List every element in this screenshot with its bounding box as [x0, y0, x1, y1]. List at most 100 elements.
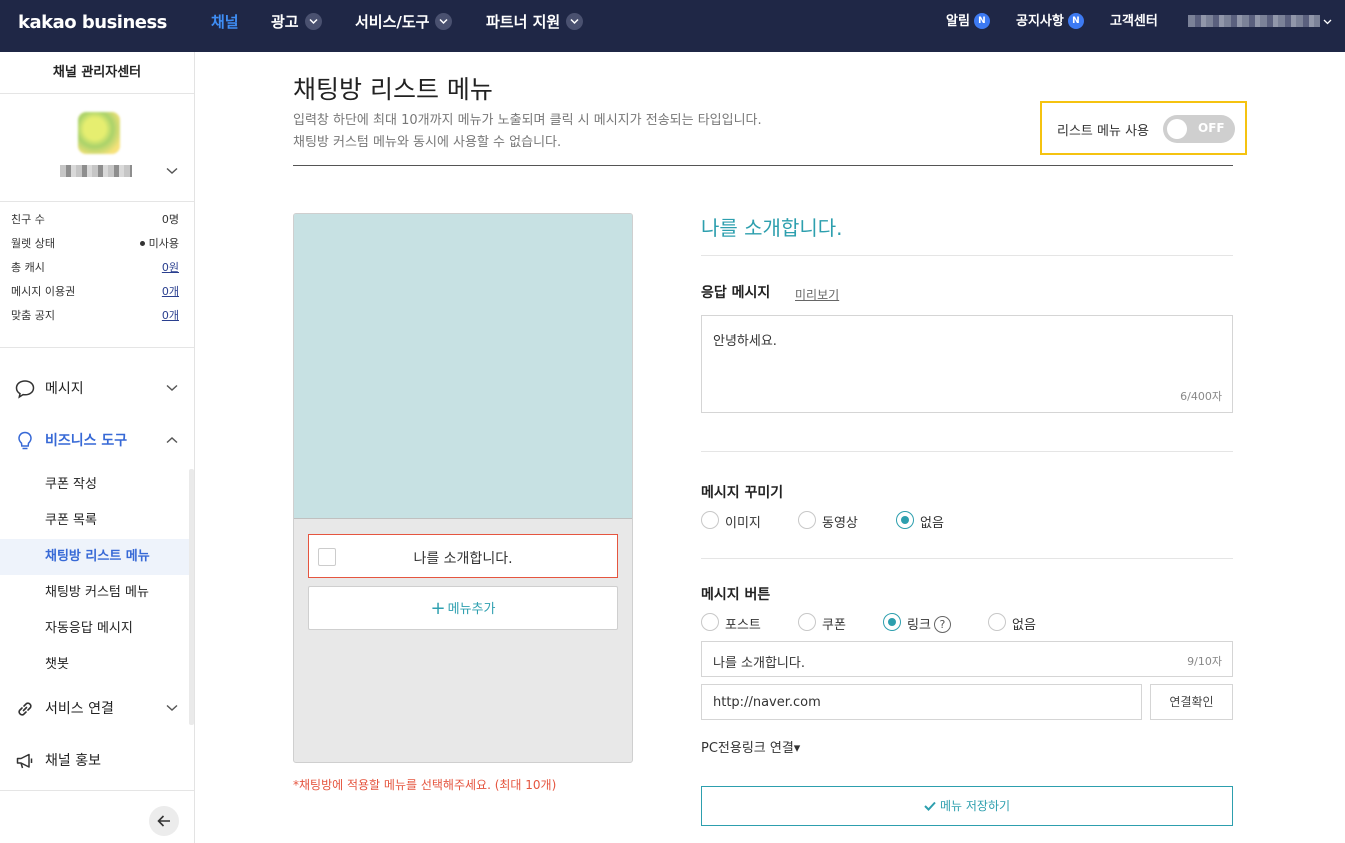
radio-label: 포스트	[725, 618, 761, 633]
sidebar-item-message[interactable]: 메시지	[0, 369, 194, 409]
chevron-down-icon	[166, 384, 178, 391]
chevron-down-icon	[435, 13, 453, 30]
sidebar-scrollbar[interactable]	[189, 469, 194, 725]
response-message-textarea[interactable]: 안녕하세요. 6/400자	[701, 315, 1233, 413]
top-navigation-bar: kakao business 채널 광고 서비스/도구 파트너 지원 알림 N 공…	[0, 0, 1345, 52]
link-confirm-button[interactable]: 연결확인	[1150, 684, 1233, 720]
stat-wallet: 월렛 상태 미사용	[0, 232, 194, 256]
radio-label: 이미지	[725, 516, 761, 531]
status-dot-icon	[139, 240, 145, 246]
preview-menu-item[interactable]: 나를 소개합니다.	[308, 534, 618, 578]
radio-label: 없음	[1012, 618, 1036, 633]
stat-message-voucher: 메시지 이용권 0개	[0, 280, 194, 304]
response-message-label: 응답 메시지	[701, 285, 771, 301]
stat-value-link[interactable]: 0개	[162, 304, 179, 328]
submenu-coupon-create[interactable]: 쿠폰 작성	[0, 467, 189, 503]
url-value: http://naver.com	[713, 695, 821, 710]
stat-value-link[interactable]: 0원	[162, 256, 179, 280]
channel-stats: 친구 수 0명 월렛 상태 미사용 총 캐시 0원 메시지 이용권 0개 맞춤 공지 0개	[0, 201, 194, 328]
help-question-icon[interactable]: ?	[933, 616, 951, 633]
wallet-status: 미사용	[148, 237, 179, 250]
sidebar-item-label: 메시지	[45, 381, 84, 397]
notice-link[interactable]: 공지사항 N	[1016, 0, 1084, 44]
notice-label: 공지사항	[1016, 14, 1064, 29]
nav-partner-label: 파트너 지원	[486, 13, 561, 31]
submenu-chatroom-custom-menu[interactable]: 채팅방 커스텀 메뉴	[0, 575, 189, 611]
stat-label: 월렛 상태	[11, 237, 55, 250]
sidebar-item-business-tools[interactable]: 비즈니스 도구	[0, 421, 194, 461]
sidebar: 채널 관리자센터 친구 수 0명 월렛 상태 미사용 총 캐시 0원 메시지 이용권 0…	[0, 52, 195, 843]
char-counter: 6/400자	[1180, 390, 1222, 403]
plus-icon: +	[430, 598, 446, 619]
divider	[0, 347, 194, 348]
alarm-link[interactable]: 알림 N	[946, 0, 990, 44]
sidebar-item-service-link[interactable]: 서비스 연결	[0, 689, 194, 729]
chat-bubble-icon	[15, 380, 35, 399]
chevron-down-icon	[166, 704, 178, 711]
account-menu[interactable]	[1188, 0, 1332, 44]
customer-center-link[interactable]: 고객센터	[1110, 0, 1158, 44]
divider	[0, 790, 194, 791]
lightbulb-icon	[18, 431, 32, 450]
radio-circle-selected	[896, 511, 914, 529]
menu-form-title: 나를 소개합니다.	[701, 216, 843, 240]
chevron-up-icon	[166, 437, 178, 444]
button-name-input[interactable]: 나를 소개합니다. 9/10자	[701, 641, 1233, 677]
message-button-label: 메시지 버튼	[701, 587, 771, 603]
menu-select-warning: *채팅방에 적용할 메뉴를 선택해주세요. (최대 10개)	[293, 778, 557, 792]
channel-name-blurred	[60, 165, 132, 177]
sidebar-item-channel-promo[interactable]: 채널 홍보	[0, 741, 194, 781]
button-name-value: 나를 소개합니다.	[713, 656, 805, 671]
divider	[701, 255, 1233, 256]
toggle-knob	[1167, 119, 1187, 139]
radio-circle	[701, 511, 719, 529]
stat-label: 메시지 이용권	[11, 285, 76, 298]
kakao-business-logo[interactable]: kakao business	[18, 12, 167, 33]
add-menu-label: 메뉴추가	[447, 602, 496, 617]
toggle-label: 리스트 메뉴 사용	[1057, 124, 1149, 139]
submenu-chatbot[interactable]: 챗봇	[0, 647, 189, 683]
chevron-down-icon	[566, 13, 584, 30]
save-menu-button[interactable]: 메뉴 저장하기	[701, 786, 1233, 826]
pc-only-link-toggle[interactable]: PC전용링크 연결▾	[701, 737, 800, 756]
nav-ads[interactable]: 광고	[271, 0, 322, 44]
radio-link-label: 링크	[907, 618, 931, 633]
divider	[701, 451, 1233, 452]
nav-partner-support[interactable]: 파트너 지원	[486, 0, 584, 44]
channel-select-chevron-icon[interactable]	[166, 167, 178, 175]
stat-cash: 총 캐시 0원	[0, 256, 194, 280]
menu-item-label: 나를 소개합니다.	[413, 551, 513, 567]
stat-value-link[interactable]: 0개	[162, 280, 179, 304]
submenu-chatroom-list-menu[interactable]: 채팅방 리스트 메뉴	[0, 539, 189, 575]
stat-friends: 친구 수 0명	[0, 208, 194, 232]
account-name-blurred	[1188, 14, 1320, 27]
alarm-label: 알림	[946, 14, 970, 29]
toggle-state: OFF	[1198, 121, 1225, 135]
submenu-coupon-list[interactable]: 쿠폰 목록	[0, 503, 189, 539]
collapse-sidebar-button[interactable]	[149, 806, 179, 836]
divider	[293, 165, 1233, 166]
sidebar-item-label: 비즈니스 도구	[45, 433, 128, 449]
radio-label: 링크?	[907, 614, 951, 634]
nav-channel[interactable]: 채널	[211, 0, 239, 44]
new-badge: N	[1067, 12, 1084, 29]
stat-label: 친구 수	[11, 213, 45, 226]
nav-services-tools[interactable]: 서비스/도구	[355, 0, 453, 44]
page-description-line1: 입력창 하단에 최대 10개까지 메뉴가 노출되며 클릭 시 메시지가 전송되는…	[293, 113, 762, 128]
add-menu-button[interactable]: + 메뉴추가	[308, 586, 618, 630]
list-menu-toggle[interactable]: OFF	[1163, 115, 1235, 143]
stat-label: 총 캐시	[11, 261, 45, 274]
response-message-value: 안녕하세요.	[713, 334, 777, 349]
url-input[interactable]: http://naver.com	[701, 684, 1142, 720]
submenu-auto-reply[interactable]: 자동응답 메시지	[0, 611, 189, 647]
preview-screen	[294, 214, 632, 519]
list-menu-toggle-box: 리스트 메뉴 사용 OFF	[1040, 101, 1247, 155]
nav-services-label: 서비스/도구	[355, 13, 430, 31]
preview-link[interactable]: 미리보기	[795, 286, 839, 303]
stat-value: 0명	[161, 213, 179, 226]
save-menu-label: 메뉴 저장하기	[939, 799, 1011, 813]
megaphone-icon	[16, 753, 33, 769]
page-description-line2: 채팅방 커스텀 메뉴와 동시에 사용할 수 없습니다.	[293, 135, 562, 150]
divider	[701, 558, 1233, 559]
radio-circle	[798, 511, 816, 529]
